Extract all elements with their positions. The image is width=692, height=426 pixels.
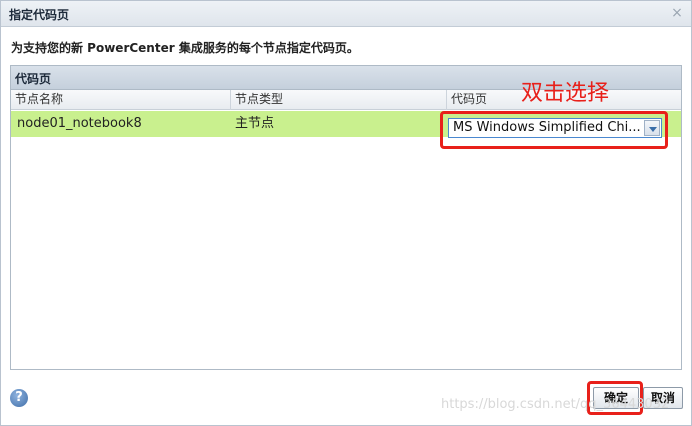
watermark-text: https://blog.csdn.net/qq_36443032 xyxy=(441,397,670,412)
highlight-box-code-page xyxy=(440,111,668,149)
dialog-title: 指定代码页 xyxy=(9,8,70,22)
node-name-cell: node01_notebook8 xyxy=(17,116,142,131)
code-page-dialog: 指定代码页 × 为支持您的新 PowerCenter 集成服务的每个节点指定代码… xyxy=(0,0,692,426)
annotation-double-click: 双击选择 xyxy=(521,81,610,106)
dialog-titlebar: 指定代码页 × xyxy=(1,1,691,27)
column-header-node-name[interactable]: 节点名称 xyxy=(11,90,231,110)
help-icon[interactable]: ? xyxy=(10,389,28,407)
column-header-node-type[interactable]: 节点类型 xyxy=(231,90,447,110)
node-type-cell: 主节点 xyxy=(235,116,275,131)
instruction-text: 为支持您的新 PowerCenter 集成服务的每个节点指定代码页。 xyxy=(11,41,359,55)
close-icon[interactable]: × xyxy=(669,5,685,21)
panel-title: 代码页 xyxy=(15,72,52,86)
